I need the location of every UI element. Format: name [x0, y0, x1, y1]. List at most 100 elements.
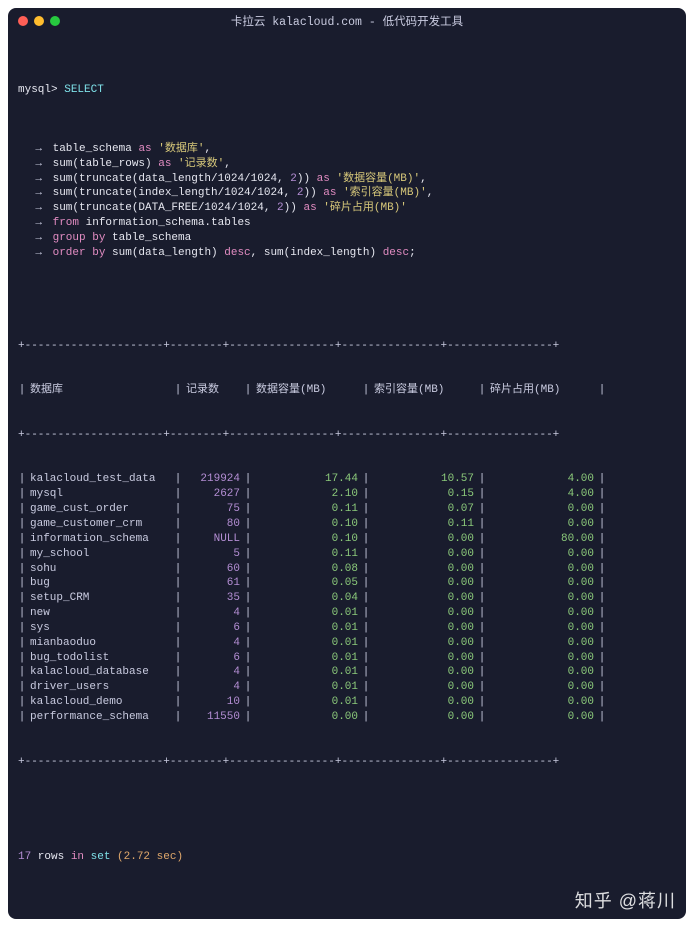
table-border-bottom: +---------------------+--------+--------… — [18, 755, 676, 770]
header-rows: 记录数 — [182, 383, 244, 398]
arrow-icon: → — [18, 157, 46, 172]
cell-frag: 0.00 — [486, 591, 598, 606]
arrow-icon: → — [18, 186, 46, 201]
cell-rows: 80 — [182, 517, 244, 532]
table-border-top: +---------------------+--------+--------… — [18, 339, 676, 354]
cell-index: 0.00 — [370, 591, 478, 606]
table-row: |setup_CRM|35|0.04|0.00|0.00| — [18, 591, 676, 606]
cell-frag: 0.00 — [486, 621, 598, 636]
cell-db: kalacloud_test_data — [26, 472, 174, 487]
cell-index: 0.00 — [370, 576, 478, 591]
cell-rows: 60 — [182, 562, 244, 577]
summary-rows-word: rows — [31, 851, 71, 863]
cell-db: sohu — [26, 562, 174, 577]
cell-rows: 219924 — [182, 472, 244, 487]
cell-data: 0.01 — [252, 695, 362, 710]
cell-data: 0.05 — [252, 576, 362, 591]
cell-index: 10.57 — [370, 472, 478, 487]
cell-rows: 4 — [182, 636, 244, 651]
cell-db: performance_schema — [26, 710, 174, 725]
table-row: |kalacloud_database|4|0.01|0.00|0.00| — [18, 665, 676, 680]
summary-in-word: in — [71, 851, 84, 863]
arrow-icon: → — [18, 142, 46, 157]
cell-index: 0.00 — [370, 621, 478, 636]
table-row: |driver_users|4|0.01|0.00|0.00| — [18, 680, 676, 695]
cell-frag: 4.00 — [486, 472, 598, 487]
arrow-icon: → — [18, 231, 46, 246]
summary-set-word: set — [84, 851, 117, 863]
sql-line-cont: → sum(table_rows) as '记录数', — [18, 157, 676, 172]
table-row: |sohu|60|0.08|0.00|0.00| — [18, 562, 676, 577]
sql-line-cont: → sum(truncate(data_length/1024/1024, 2)… — [18, 172, 676, 187]
result-table: +---------------------+--------+--------… — [18, 309, 676, 799]
cell-db: new — [26, 606, 174, 621]
cell-index: 0.00 — [370, 710, 478, 725]
table-row: |kalacloud_demo|10|0.01|0.00|0.00| — [18, 695, 676, 710]
cell-index: 0.00 — [370, 665, 478, 680]
summary-time: (2.72 sec) — [117, 851, 183, 863]
table-row: |sys|6|0.01|0.00|0.00| — [18, 621, 676, 636]
mysql-prompt: mysql> — [18, 84, 58, 96]
cell-db: bug — [26, 576, 174, 591]
cell-index: 0.00 — [370, 651, 478, 666]
cell-db: bug_todolist — [26, 651, 174, 666]
cell-frag: 0.00 — [486, 502, 598, 517]
header-data: 数据容量(MB) — [252, 383, 362, 398]
terminal-body[interactable]: mysql> SELECT → table_schema as '数据库',→ … — [8, 34, 686, 919]
cell-data: 0.11 — [252, 547, 362, 562]
cell-index: 0.00 — [370, 680, 478, 695]
table-border-mid: +---------------------+--------+--------… — [18, 428, 676, 443]
header-db: 数据库 — [26, 383, 174, 398]
cell-data: 0.08 — [252, 562, 362, 577]
cell-frag: 80.00 — [486, 532, 598, 547]
cell-db: game_cust_order — [26, 502, 174, 517]
result-summary: 17 rows in set (2.72 sec) — [18, 850, 676, 865]
cell-data: 0.01 — [252, 651, 362, 666]
table-row: |my_school|5|0.11|0.00|0.00| — [18, 547, 676, 562]
cell-data: 0.04 — [252, 591, 362, 606]
cell-db: setup_CRM — [26, 591, 174, 606]
cell-frag: 0.00 — [486, 547, 598, 562]
table-row: |game_customer_crm|80|0.10|0.11|0.00| — [18, 517, 676, 532]
cell-rows: 35 — [182, 591, 244, 606]
cell-index: 0.00 — [370, 695, 478, 710]
cell-db: kalacloud_database — [26, 665, 174, 680]
cell-rows: 75 — [182, 502, 244, 517]
sql-line-cont: → group by table_schema — [18, 231, 676, 246]
cell-data: 0.01 — [252, 636, 362, 651]
arrow-icon: → — [18, 216, 46, 231]
cell-index: 0.00 — [370, 562, 478, 577]
cell-frag: 0.00 — [486, 517, 598, 532]
table-row: |mianbaoduo|4|0.01|0.00|0.00| — [18, 636, 676, 651]
cell-data: 17.44 — [252, 472, 362, 487]
cell-data: 0.01 — [252, 606, 362, 621]
cell-rows: 11550 — [182, 710, 244, 725]
cell-index: 0.00 — [370, 547, 478, 562]
cell-frag: 0.00 — [486, 695, 598, 710]
table-row: |kalacloud_test_data|219924|17.44|10.57|… — [18, 472, 676, 487]
cell-rows: 6 — [182, 621, 244, 636]
cell-rows: 4 — [182, 680, 244, 695]
terminal-window: 卡拉云 kalacloud.com - 低代码开发工具 mysql> SELEC… — [8, 8, 686, 919]
cell-frag: 0.00 — [486, 665, 598, 680]
sql-line-cont: → sum(truncate(DATA_FREE/1024/1024, 2)) … — [18, 201, 676, 216]
cell-rows: 4 — [182, 606, 244, 621]
cell-db: information_schema — [26, 532, 174, 547]
window-title: 卡拉云 kalacloud.com - 低代码开发工具 — [8, 13, 686, 29]
cell-db: my_school — [26, 547, 174, 562]
table-row: |game_cust_order|75|0.11|0.07|0.00| — [18, 502, 676, 517]
table-row: |bug_todolist|6|0.01|0.00|0.00| — [18, 651, 676, 666]
cell-data: 0.10 — [252, 517, 362, 532]
header-frag: 碎片占用(MB) — [486, 383, 598, 398]
arrow-icon: → — [18, 246, 46, 261]
cell-frag: 0.00 — [486, 651, 598, 666]
table-row: |information_schema|NULL|0.10|0.00|80.00… — [18, 532, 676, 547]
watermark: 知乎 @蒋川 — [575, 887, 676, 913]
select-keyword: SELECT — [64, 84, 104, 96]
cell-data: 0.01 — [252, 621, 362, 636]
arrow-icon: → — [18, 172, 46, 187]
cell-db: driver_users — [26, 680, 174, 695]
cell-data: 0.00 — [252, 710, 362, 725]
cell-data: 0.11 — [252, 502, 362, 517]
cell-db: game_customer_crm — [26, 517, 174, 532]
